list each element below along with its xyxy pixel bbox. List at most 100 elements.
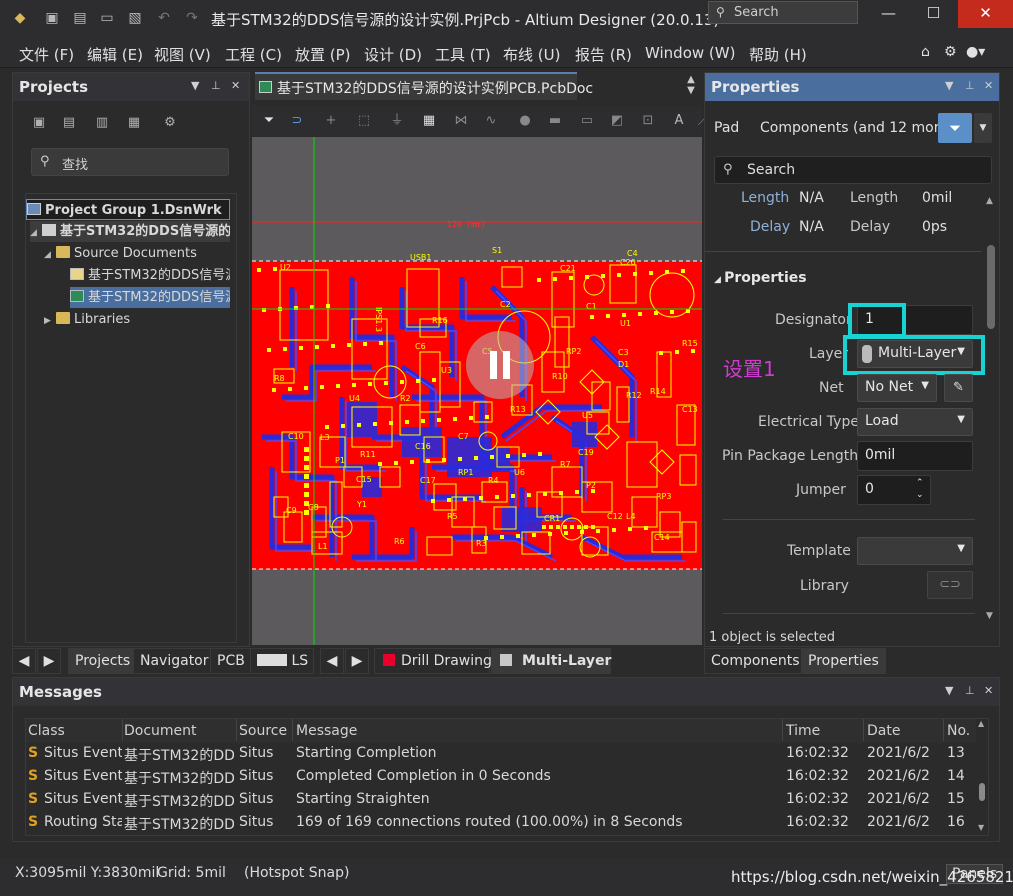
document-tab[interactable]: 基于STM32的DDS信号源的设计实例PCB.PcbDoc xyxy=(255,72,593,100)
tree-item-pcbdoc[interactable]: 基于STM32的DDS信号源的设计实例PCB.PcbDoc xyxy=(70,287,230,308)
template-dropdown[interactable]: ▼ xyxy=(857,537,973,565)
scrollbar-thumb[interactable] xyxy=(979,783,985,801)
column-header-source[interactable]: Source xyxy=(239,723,287,739)
align-icon[interactable]: ⏚ xyxy=(388,113,406,129)
open-icon[interactable]: ▭ xyxy=(99,10,115,26)
table-row[interactable]: S Routing Status基于STM32的DDS Situs 169 of 16… xyxy=(26,812,978,835)
scroll-up-icon[interactable]: ▲ xyxy=(986,196,996,206)
add-existing-icon[interactable]: ▦ xyxy=(126,115,142,131)
electrical-type-dropdown[interactable]: Load ▼ xyxy=(857,408,973,436)
filter-button[interactable]: ⏷ xyxy=(938,113,972,143)
interactive-route-icon[interactable]: ⊃ xyxy=(288,113,306,129)
properties-section-header[interactable]: ◢ Properties xyxy=(714,270,807,286)
tab-projects[interactable]: Projects xyxy=(68,648,138,674)
close-icon[interactable]: ✕ xyxy=(984,684,993,697)
tree-item-source-documents[interactable]: ◢ Source Documents xyxy=(44,243,230,264)
save-project-icon[interactable]: ▣ xyxy=(31,115,47,131)
layer-tab-drill-drawing[interactable]: Drill Drawing xyxy=(374,648,492,674)
properties-scrollbar[interactable]: ▲ ▼ xyxy=(985,193,999,623)
layer-scroll-right-icon[interactable]: ▶ xyxy=(345,648,369,674)
save-icon[interactable]: ▣ xyxy=(44,10,60,26)
menu-tools[interactable]: 工具 (T) xyxy=(435,44,491,65)
menu-route[interactable]: 布线 (U) xyxy=(503,44,560,65)
tree-item-schdoc[interactable]: 基于STM32的DDS信号源的设计实例.SchDoc xyxy=(70,265,230,286)
diff-pair-icon[interactable]: ∿ xyxy=(482,113,500,129)
column-header-message[interactable]: Message xyxy=(296,723,357,739)
menu-view[interactable]: 视图 (V) xyxy=(154,44,211,65)
tab-pcb[interactable]: PCB xyxy=(210,648,252,674)
panel-menu-icon[interactable]: ▼ xyxy=(191,79,199,92)
table-row[interactable]: S Situs Event 基于STM32的DDS Situs Starting Com… xyxy=(26,743,978,766)
column-divider[interactable] xyxy=(782,719,783,741)
column-divider[interactable] xyxy=(292,719,293,741)
scrollbar-thumb[interactable] xyxy=(987,245,995,329)
home-icon[interactable]: ⌂ xyxy=(921,44,930,60)
menu-project[interactable]: 工程 (C) xyxy=(225,44,282,65)
component-icon[interactable]: ▦ xyxy=(420,113,438,129)
tab-scroll-left-icon[interactable]: ◀ xyxy=(12,648,36,674)
filter-scope-label[interactable]: Components (and 12 more) xyxy=(760,120,953,136)
pcb-board-view[interactable]: 120 (mm) U2USB1S1C4C21C20C2R16C6U3C5R15R… xyxy=(252,137,702,645)
expand-arrow-icon[interactable]: ◢ xyxy=(30,223,42,242)
pause-overlay[interactable] xyxy=(466,331,534,399)
filter-icon[interactable]: ⏷ xyxy=(260,113,278,129)
minimize-button[interactable]: — xyxy=(866,0,911,28)
global-search-input[interactable]: ⚲ Search xyxy=(708,1,858,24)
settings-icon[interactable]: ⚙ xyxy=(162,115,178,131)
column-header-class[interactable]: Class xyxy=(28,723,65,739)
column-divider[interactable] xyxy=(122,719,123,741)
undo-icon[interactable]: ↶ xyxy=(156,10,172,26)
expand-arrow-icon[interactable]: ◢ xyxy=(44,245,56,264)
column-header-date[interactable]: Date xyxy=(867,723,900,739)
filter-dropdown-icon[interactable]: ▼ xyxy=(974,113,992,143)
library-link-button[interactable]: ⊂⊃ xyxy=(927,571,973,599)
graphics-icon[interactable]: ⊡ xyxy=(639,113,657,129)
redo-icon[interactable]: ↷ xyxy=(184,10,200,26)
save-all-icon[interactable]: ▤ xyxy=(72,10,88,26)
collapse-arrow-icon[interactable]: ▶ xyxy=(44,311,56,330)
document-tabs-scroll[interactable]: ▲ ▼ xyxy=(682,74,700,98)
pin-icon[interactable]: ⊥ xyxy=(211,79,221,92)
column-header-time[interactable]: Time xyxy=(786,723,820,739)
region-icon[interactable]: ▭ xyxy=(578,113,596,129)
net-dropdown[interactable]: No Net ▼ xyxy=(857,374,937,402)
column-divider[interactable] xyxy=(943,719,944,741)
column-divider[interactable] xyxy=(236,719,237,741)
messages-scrollbar[interactable]: ▲ ▼ xyxy=(976,719,988,835)
gear-icon[interactable]: ⚙ xyxy=(944,44,957,60)
tree-item-project-group[interactable]: Project Group 1.DsnWrk xyxy=(26,199,230,220)
column-header-no[interactable]: No. xyxy=(947,723,970,739)
scroll-down-icon[interactable]: ▼ xyxy=(986,611,996,621)
panel-menu-icon[interactable]: ▼ xyxy=(945,79,953,92)
menu-window[interactable]: Window (W) xyxy=(645,44,735,62)
via-icon[interactable]: ● xyxy=(516,113,534,129)
layer-tab-multi-layer[interactable]: Multi-Layer xyxy=(491,648,611,674)
menu-edit[interactable]: 编辑 (E) xyxy=(87,44,143,65)
dimension-icon[interactable]: ◩ xyxy=(608,113,626,129)
menu-design[interactable]: 设计 (D) xyxy=(364,44,422,65)
polygon-icon[interactable]: ▬ xyxy=(546,113,564,129)
text-icon[interactable]: A xyxy=(670,113,688,129)
table-row[interactable]: S Situs Event 基于STM32的DDS Situs Completed Co… xyxy=(26,766,978,789)
tree-item-libraries[interactable]: ▶ Libraries xyxy=(44,309,230,330)
table-row[interactable]: S Situs Event 基于STM32的DDS Situs Starting Str… xyxy=(26,789,978,812)
panel-menu-icon[interactable]: ▼ xyxy=(945,684,953,697)
pin-package-length-input[interactable]: 0mil xyxy=(857,441,973,471)
pcb-canvas[interactable]: 120 (mm) U2USB1S1C4C21C20C2R16C6U3C5R15R… xyxy=(252,137,702,645)
pin-icon[interactable]: ⊥ xyxy=(965,79,975,92)
open-project-icon[interactable]: ▧ xyxy=(127,10,143,26)
user-icon[interactable]: ●▾ xyxy=(966,44,985,60)
compile-icon[interactable]: ▤ xyxy=(61,115,77,131)
menu-reports[interactable]: 报告 (R) xyxy=(575,44,632,65)
layer-scroll-left-icon[interactable]: ◀ xyxy=(320,648,344,674)
spinner-arrows-icon[interactable]: ⌃ ⌄ xyxy=(916,477,924,501)
project-options-icon[interactable]: ▥ xyxy=(94,115,110,131)
pin-icon[interactable]: ⊥ xyxy=(965,684,975,697)
close-icon[interactable]: ✕ xyxy=(984,79,993,92)
route-multiple-icon[interactable]: ⋈ xyxy=(452,113,470,129)
close-icon[interactable]: ✕ xyxy=(231,79,240,92)
tab-navigator[interactable]: Navigator xyxy=(133,648,216,674)
tab-properties[interactable]: Properties xyxy=(801,648,886,674)
crosshair-icon[interactable]: + xyxy=(322,113,340,129)
menu-place[interactable]: 放置 (P) xyxy=(295,44,351,65)
